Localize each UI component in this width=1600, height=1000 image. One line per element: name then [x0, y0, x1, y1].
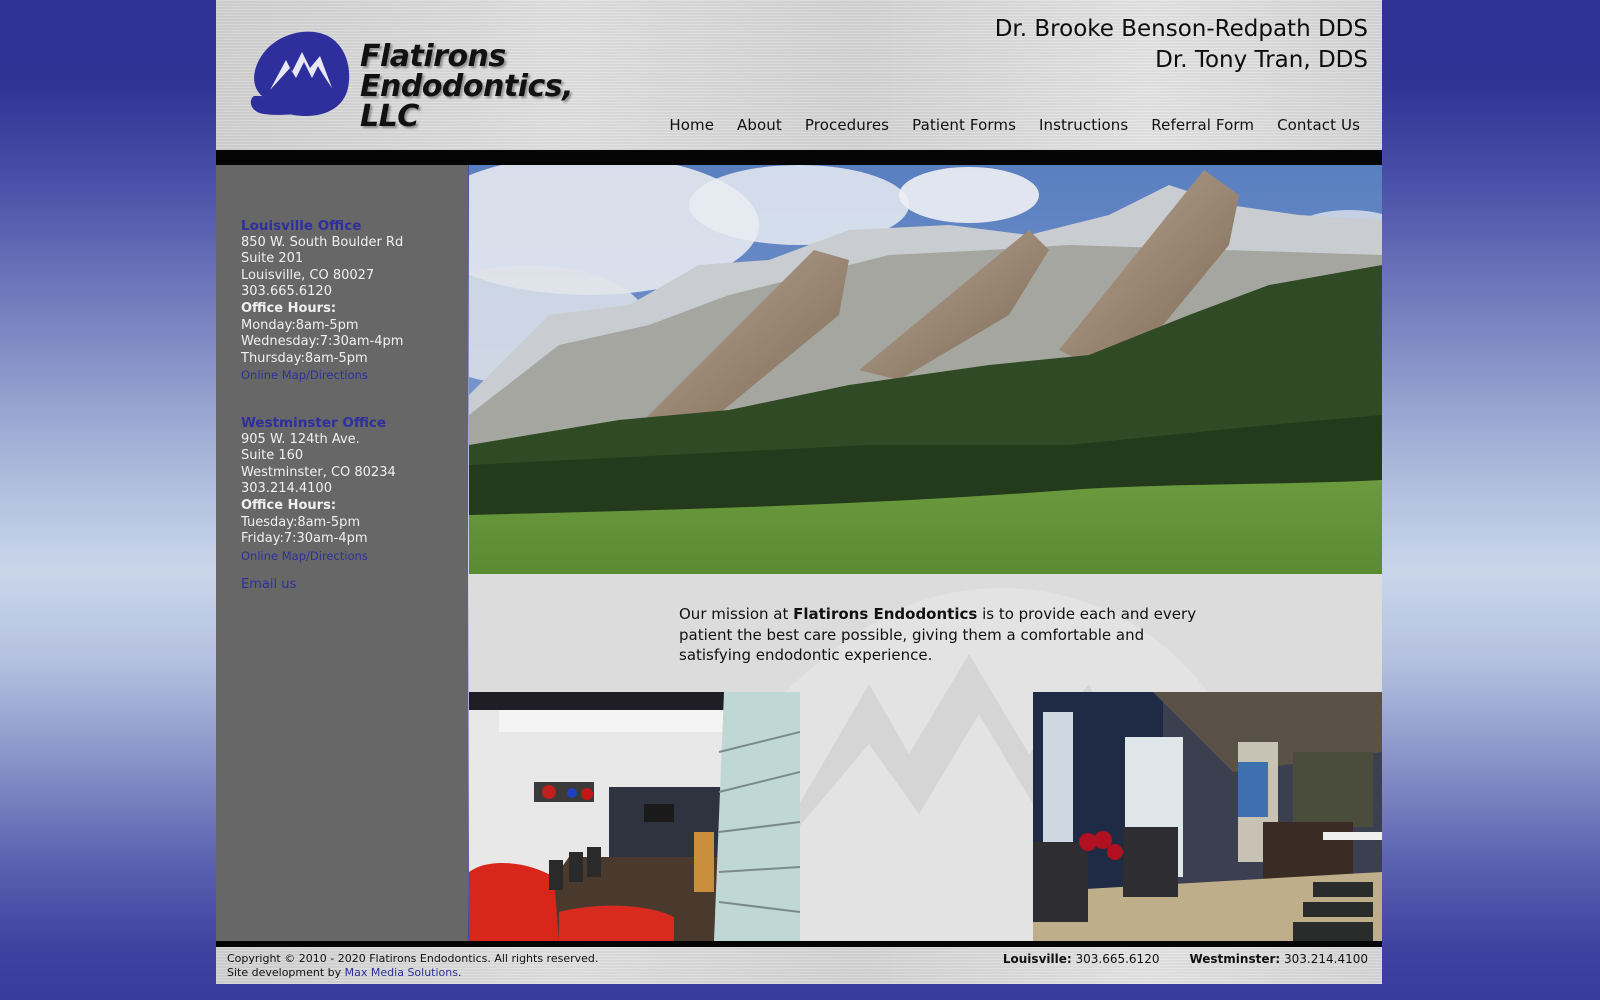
office-hours-line: Thursday:8am-5pm [241, 350, 368, 366]
waiting-room-photo [469, 692, 800, 941]
office-hours-label: Office Hours: [241, 497, 337, 513]
brand-line-1: Flatirons [360, 39, 506, 74]
email-us-link[interactable]: Email us [241, 577, 296, 592]
office-address-2: Suite 160 [241, 448, 304, 464]
nav-about[interactable]: About [737, 116, 782, 134]
mission-brand: Flatirons Endodontics [793, 605, 978, 623]
flatirons-landscape-image [469, 165, 1382, 574]
office-phone: 303.665.6120 [241, 284, 332, 300]
sidebar: Louisville Office 850 W. South Boulder R… [216, 165, 468, 941]
map-directions-link[interactable]: Online Map/Directions [241, 367, 403, 384]
nav-patient-forms[interactable]: Patient Forms [912, 116, 1016, 134]
header-divider [216, 150, 1382, 165]
footer-phone-louisville: Louisville: 303.665.6120 [1003, 952, 1160, 966]
site-development-credit: Site development by Max Media Solutions. [227, 966, 598, 980]
office-city: Westminster, CO 80234 [241, 464, 396, 480]
nav-home[interactable]: Home [669, 116, 714, 134]
header: Flatirons Endodontics, LLC Dr. Brooke Be… [216, 0, 1382, 150]
footer: Copyright © 2010 - 2020 Flatirons Endodo… [216, 947, 1382, 984]
office-address-2: Suite 201 [241, 251, 304, 267]
office-address-1: 905 W. 124th Ave. [241, 431, 360, 447]
footer-phone-westminster: Westminster: 303.214.4100 [1189, 952, 1368, 966]
office-title: Westminster Office [241, 415, 387, 431]
copyright-text: Copyright © 2010 - 2020 Flatirons Endodo… [227, 952, 599, 965]
credit-prefix: Site development by [227, 966, 345, 979]
office-address-1: 850 W. South Boulder Rd [241, 234, 404, 250]
page-container: Flatirons Endodontics, LLC Dr. Brooke Be… [216, 0, 1382, 984]
footer-phones: Louisville: 303.665.6120 Westminster: 30… [1003, 952, 1368, 966]
phone-label: Louisville: [1002, 952, 1072, 966]
office-hours-line: Wednesday:7:30am-4pm [241, 334, 404, 350]
office-louisville: Louisville Office 850 W. South Boulder R… [241, 218, 403, 384]
footer-legal: Copyright © 2010 - 2020 Flatirons Endodo… [227, 952, 598, 980]
nav-procedures[interactable]: Procedures [805, 116, 889, 134]
max-media-solutions-link[interactable]: Max Media Solutions [345, 966, 458, 979]
nav-referral-form[interactable]: Referral Form [1151, 116, 1254, 134]
nav-instructions[interactable]: Instructions [1039, 116, 1128, 134]
credit-suffix: . [458, 966, 462, 979]
reception-photo [1033, 692, 1382, 941]
office-city: Louisville, CO 80027 [241, 267, 375, 283]
map-directions-link[interactable]: Online Map/Directions [241, 548, 396, 565]
mountain-logo-icon [250, 31, 350, 116]
hero-image [469, 165, 1382, 574]
phone-value: 303.665.6120 [1071, 952, 1160, 966]
doctor-names: Dr. Brooke Benson-Redpath DDS Dr. Tony T… [995, 14, 1368, 76]
mission-statement: Our mission at Flatirons Endodontics is … [679, 604, 1199, 666]
doctor-name: Dr. Brooke Benson-Redpath DDS [994, 16, 1368, 42]
logo[interactable]: Flatirons Endodontics, LLC [248, 26, 628, 132]
office-hours-line: Monday:8am-5pm [241, 317, 359, 333]
office-hours-label: Office Hours: [241, 300, 337, 316]
office-hours-line: Friday:7:30am-4pm [241, 531, 368, 547]
content-area: Our mission at Flatirons Endodontics is … [469, 574, 1382, 941]
office-hours-line: Tuesday:8am-5pm [241, 514, 361, 530]
doctor-name: Dr. Tony Tran, DDS [1155, 47, 1368, 73]
office-westminster: Westminster Office 905 W. 124th Ave. Sui… [241, 415, 396, 564]
brand-line-2: Endodontics, LLC [360, 69, 574, 134]
nav-contact-us[interactable]: Contact Us [1277, 116, 1360, 134]
office-title: Louisville Office [241, 218, 362, 234]
phone-value: 303.214.4100 [1280, 952, 1368, 966]
brand-name: Flatirons Endodontics, LLC [360, 42, 628, 132]
mission-prefix: Our mission at [679, 605, 794, 623]
phone-label: Westminster: [1189, 952, 1281, 966]
main-nav: Home About Procedures Patient Forms Inst… [646, 116, 1360, 134]
office-phone: 303.214.4100 [241, 481, 332, 497]
